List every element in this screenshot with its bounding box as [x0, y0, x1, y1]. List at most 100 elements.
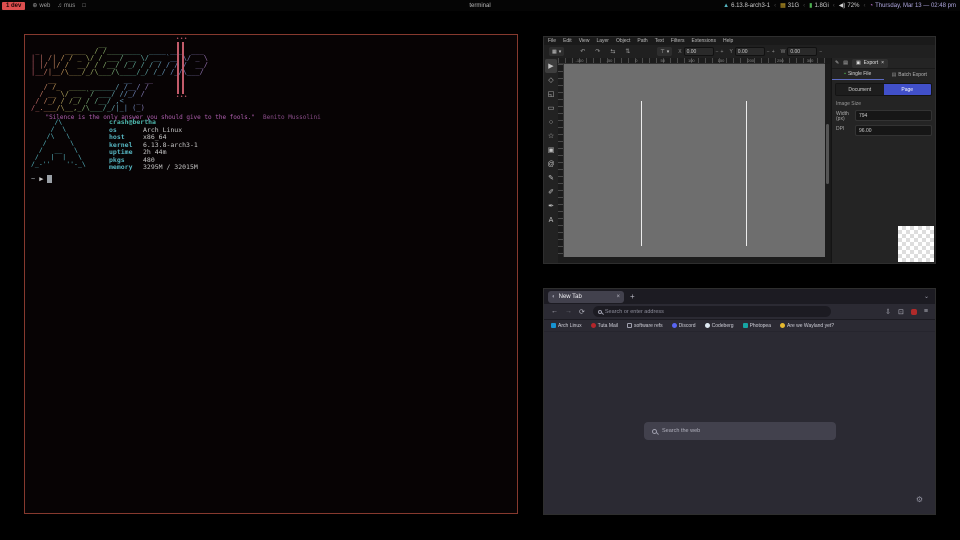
w-input[interactable]: 0.00: [787, 47, 817, 56]
menu-layer[interactable]: Layer: [596, 38, 609, 44]
inkscape-window[interactable]: File Edit View Layer Object Path Text Fi…: [543, 36, 936, 264]
align-dropdown[interactable]: ⊤ ▾: [657, 47, 672, 56]
horizontal-scrollbar[interactable]: [558, 257, 830, 263]
x-coordinate-field: X 0.00 − +: [678, 47, 723, 56]
shape-builder-tool[interactable]: ◱: [545, 87, 557, 101]
flip-horizontal-button[interactable]: ⇆: [610, 48, 615, 55]
reload-button[interactable]: ⟳: [579, 308, 585, 316]
bookmark-tuta-mail[interactable]: Tuta Mail: [591, 323, 618, 329]
bookmark-codeberg[interactable]: Codeberg: [705, 323, 734, 329]
calligraphy-tool[interactable]: ✒: [545, 199, 557, 213]
active-tab[interactable]: ◐ New Tab ×: [548, 291, 624, 303]
close-icon[interactable]: ×: [881, 60, 884, 66]
flip-vertical-button[interactable]: ⇅: [625, 48, 630, 55]
rotate-ccw-button[interactable]: ↶: [580, 48, 585, 55]
scrollbar-thumb[interactable]: [826, 124, 829, 184]
tab-title: New Tab: [559, 294, 582, 300]
menu-icon[interactable]: ≡: [924, 308, 928, 315]
width-input[interactable]: 794: [855, 110, 932, 121]
export-tab[interactable]: ▣ Export ×: [852, 59, 888, 68]
vertical-scrollbar[interactable]: [825, 64, 830, 259]
menu-filters[interactable]: Filters: [671, 38, 685, 44]
toolbox: ▶ ◇ ◱ ▭ ○ ☆ ▣ @ ✎ ✐ ✒ A: [544, 58, 558, 263]
quote-author: Benito Mussolini: [263, 114, 321, 121]
address-input[interactable]: [605, 309, 826, 315]
selection-mode-dropdown[interactable]: ▦ ▾: [549, 47, 564, 56]
extensions-icon[interactable]: ⊡: [898, 308, 904, 316]
tool-controls-bar: ▦ ▾ ↶ ↷ ⇆ ⇅ ⊤ ▾ X 0.00 − + Y 0.00 − + W …: [544, 45, 935, 58]
export-mode-tabs: ▪ Single File ▤ Batch Export: [832, 69, 935, 80]
pencil-icon[interactable]: ✎: [835, 60, 839, 66]
decrement-button[interactable]: −: [819, 49, 822, 55]
rectangle-tool[interactable]: ▭: [545, 101, 557, 115]
close-tab-icon[interactable]: ×: [616, 294, 620, 300]
export-preview-thumbnail: [898, 226, 934, 262]
memory-module: ▮ 1.8Gi: [809, 2, 829, 9]
browser-window[interactable]: ◐ New Tab × + ⌄ ← → ⟳ ⇩ ⊡ ≡ Arch Linux T…: [543, 288, 936, 515]
download-icon[interactable]: ⇩: [885, 308, 891, 316]
status-bar: 1 dev ⊕ web ♫ mus □ terminal ▲ 6.13.8-ar…: [0, 0, 960, 11]
decrement-button[interactable]: −: [716, 49, 719, 55]
menu-view[interactable]: View: [579, 38, 590, 44]
personalize-gear-icon[interactable]: ⚙: [916, 495, 923, 504]
bookmark-photopea[interactable]: Photopea: [743, 323, 771, 329]
star-tool[interactable]: ☆: [545, 129, 557, 143]
box3d-tool[interactable]: ▣: [545, 143, 557, 157]
page-button[interactable]: Page: [884, 84, 932, 95]
menu-extensions[interactable]: Extensions: [692, 38, 716, 44]
bookmark-arch-linux[interactable]: Arch Linux: [551, 323, 582, 329]
tab-list-chevron-icon[interactable]: ⌄: [924, 293, 929, 300]
adblock-extension-icon[interactable]: [911, 309, 917, 315]
menu-path[interactable]: Path: [637, 38, 647, 44]
y-input[interactable]: 0.00: [735, 47, 765, 56]
ellipse-tool[interactable]: ○: [545, 115, 557, 129]
prompt-path: ~: [31, 175, 35, 183]
bookmark-folder-software-refs[interactable]: software refs: [627, 323, 663, 329]
export-area-segmented-control: Document Page: [835, 83, 932, 96]
separator: ‹: [803, 3, 805, 9]
increment-button[interactable]: +: [772, 49, 775, 55]
prompt-arrow: ▶: [39, 175, 43, 183]
discord-favicon: [672, 323, 677, 328]
arch-ascii-logo: /\ / \ /\ \ / \ / __ \ / | | \ /_-'' ''-…: [31, 119, 86, 168]
menu-text[interactable]: Text: [655, 38, 664, 44]
batch-export-tab[interactable]: ▤ Batch Export: [884, 69, 936, 80]
menu-help[interactable]: Help: [723, 38, 733, 44]
terminal-window[interactable]: __ _ _____ / /________ ____ ___ ___ | | …: [24, 34, 518, 514]
drawing-canvas[interactable]: [564, 64, 825, 259]
dialog-tabs-header: ✎ ▤ ▣ Export ×: [832, 58, 935, 69]
rotate-cw-button[interactable]: ↷: [595, 48, 600, 55]
decrement-button[interactable]: −: [767, 49, 770, 55]
text-tool[interactable]: A: [545, 213, 557, 227]
menu-edit[interactable]: Edit: [563, 38, 572, 44]
clock-module: ◔ Thursday, Mar 13 — 02:48 pm: [869, 3, 956, 9]
node-tool[interactable]: ◇: [545, 73, 557, 87]
single-file-tab[interactable]: ▪ Single File: [832, 69, 884, 80]
text-cursor: [47, 175, 52, 183]
menu-object[interactable]: Object: [616, 38, 630, 44]
web-search-box[interactable]: [644, 422, 836, 440]
volume-module[interactable]: ◀) 72%: [839, 2, 860, 9]
bookmark-are-we-wayland-yet[interactable]: Are we Wayland yet?: [780, 323, 834, 329]
pen-tool[interactable]: ✐: [545, 185, 557, 199]
shell-prompt[interactable]: ~ ▶: [31, 175, 52, 183]
web-search-input[interactable]: [662, 428, 828, 434]
pencil-tool[interactable]: ✎: [545, 171, 557, 185]
bookmark-discord[interactable]: Discord: [672, 323, 696, 329]
bookmarks-bar: Arch Linux Tuta Mail software refs Disco…: [544, 320, 935, 332]
layers-icon[interactable]: ▤: [843, 60, 848, 66]
x-input[interactable]: 0.00: [684, 47, 714, 56]
back-button[interactable]: ←: [551, 308, 558, 315]
new-tab-button[interactable]: +: [630, 292, 635, 301]
increment-button[interactable]: +: [721, 49, 724, 55]
clock-icon: ◔: [869, 3, 873, 9]
spiral-tool[interactable]: @: [545, 157, 557, 171]
menu-file[interactable]: File: [548, 38, 556, 44]
forward-button[interactable]: →: [565, 308, 572, 315]
dpi-input[interactable]: 96.00: [855, 125, 932, 136]
caret-down-icon: ▾: [559, 49, 562, 55]
url-bar[interactable]: [593, 306, 831, 317]
selector-tool[interactable]: ▶: [545, 59, 557, 73]
document-button[interactable]: Document: [836, 84, 884, 95]
caret-down-icon: ▾: [667, 49, 670, 55]
